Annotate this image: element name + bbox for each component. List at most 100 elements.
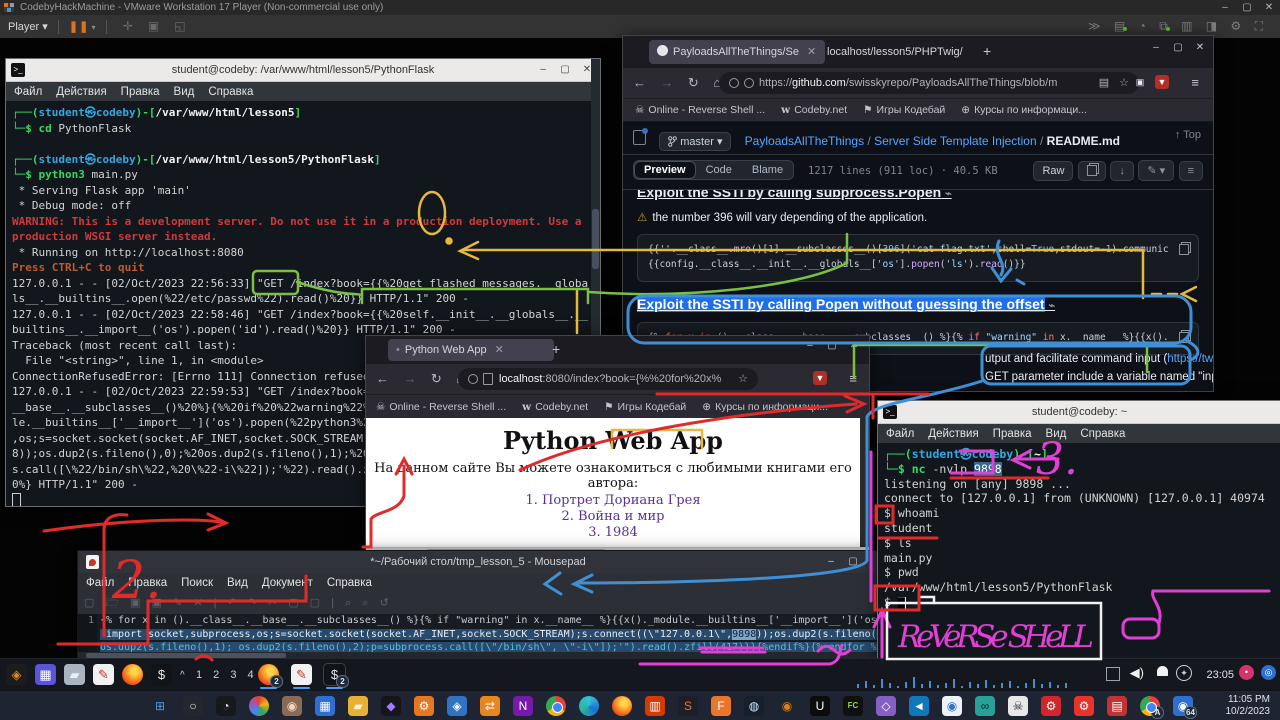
menu-item[interactable]: Действия [56, 86, 106, 98]
menu-icon[interactable]: ≡ [849, 364, 857, 394]
terminal-flask-controls[interactable]: –▢✕ [532, 59, 598, 81]
workspace-switcher[interactable]: 1 2 3 4 [196, 659, 258, 691]
book-link[interactable]: 1. Портрет Дориана Грея [366, 493, 860, 508]
vscode-icon[interactable]: ◄ [909, 696, 929, 716]
bookmark-star-icon[interactable]: ☆ [738, 368, 748, 390]
player-menu-button[interactable]: Player ▾ [8, 21, 48, 33]
user-photo-icon[interactable]: ◉ [282, 696, 302, 716]
screen-lock-icon[interactable]: • [1239, 665, 1254, 680]
top-link[interactable]: ↑ Top [1175, 129, 1201, 141]
start-icon[interactable]: ⊞ [150, 696, 170, 716]
ublock-icon[interactable]: ▼ [1155, 75, 1169, 89]
menu-item[interactable]: Действия [928, 428, 978, 440]
mousepad-controls[interactable]: –▢ [820, 551, 864, 573]
sidebar-file-icon[interactable] [633, 130, 646, 145]
network-tray-icon[interactable]: ◎ [1261, 665, 1276, 680]
tab-localhost-phptwig[interactable]: localhost/lesson5/PHPTwig/✕ [819, 40, 985, 64]
branch-selector[interactable]: master ▾ [659, 132, 731, 151]
menu-item[interactable]: Справка [208, 86, 253, 98]
vm-clock[interactable]: 23:05 [1206, 659, 1234, 691]
menu-item[interactable]: Справка [1080, 428, 1125, 440]
firefox-running-icon[interactable]: 2 [258, 664, 279, 685]
book-link[interactable]: 3. 1984 [366, 525, 860, 540]
vmware-workstation-icon[interactable]: ◈ [447, 696, 467, 716]
ssti-popen-offset-heading[interactable]: Exploit the SSTI by calling Popen withou… [637, 296, 1213, 312]
forward-icon[interactable]: → [660, 75, 673, 90]
code-block-subprocess[interactable]: {{''.__class__.mro()[1].__subclasses__()… [637, 234, 1199, 282]
menu-item[interactable]: Вид [227, 577, 248, 589]
close-tab-icon[interactable]: ✕ [495, 344, 504, 356]
raw-button[interactable]: Raw [1033, 161, 1073, 181]
pause-vm-button[interactable]: ❚❚ [69, 21, 89, 33]
red-chart-app-icon[interactable]: ▥ [645, 696, 665, 716]
show-desktop-icon[interactable] [1106, 667, 1120, 681]
bookmark-item[interactable]: ⊕Курсы по информаци... [702, 401, 828, 413]
codeby-logo-icon[interactable]: ◈ [6, 664, 27, 685]
notification-bell-icon[interactable] [1157, 666, 1168, 676]
volume-icon[interactable]: ◀) [1130, 665, 1144, 681]
copy-code-icon[interactable] [1179, 244, 1189, 255]
blender-icon[interactable]: ◉ [777, 696, 797, 716]
breadcrumb-section[interactable]: Server Side Template Injection [874, 134, 1037, 148]
mousepad-running-icon[interactable]: ✎ [291, 664, 312, 685]
panel-expand-icon[interactable]: ^ [180, 670, 185, 681]
bookmark-item[interactable]: ⚑Игры Кодебай [604, 401, 686, 413]
copy-code-icon[interactable] [1179, 332, 1189, 343]
chrome-icon[interactable] [546, 696, 566, 716]
firefox-taskbar-icon[interactable] [612, 696, 632, 716]
gauge-app-icon[interactable]: ◔ [216, 696, 236, 716]
terminal-running-icon[interactable]: $2 [324, 664, 345, 685]
mousepad-icon[interactable]: ✎ [93, 664, 114, 685]
github-urlbar[interactable]: https://github.com/swisskyrepo/PayloadsA… [719, 72, 1139, 94]
shield-icon[interactable] [729, 78, 739, 88]
calendar-icon[interactable]: ▦ [315, 696, 335, 716]
reader-view-icon[interactable]: ▤ [1099, 72, 1109, 94]
menu-item[interactable]: Вид [174, 86, 195, 98]
back-icon[interactable]: ← [633, 75, 646, 90]
terminal-nc-titlebar[interactable]: >_ student@codeby: ~ [878, 401, 1280, 424]
red-gear-icon-1[interactable]: ⚙ [1041, 696, 1061, 716]
red-gear-icon-2[interactable]: ⚙ [1074, 696, 1094, 716]
menu-item[interactable]: Файл [14, 86, 42, 98]
edit-button[interactable]: ✎ ▾ [1138, 160, 1174, 181]
search-icon[interactable]: ○ [183, 696, 203, 716]
mousepad-editor[interactable]: 1 {% for x in ().__class__.__base__.__su… [78, 614, 878, 652]
ublock-icon[interactable]: ▼ [813, 371, 827, 385]
printer-app-icon[interactable]: ▤ [1107, 696, 1127, 716]
bookmark-item[interactable]: ⚑Игры Кодебай [863, 104, 945, 116]
steam-icon[interactable]: ◍ [744, 696, 764, 716]
mousepad-titlebar[interactable]: *~/Рабочий стол/tmp_lesson_5 - Mousepad … [78, 551, 878, 573]
file-manager-icon[interactable]: ▰ [64, 664, 85, 685]
mousepad-toolbar[interactable]: ▢ 🗁 ▣ ▣ ✎ ✕ | ↶ ↷ ✂ ▢ ▢ | ⌕ ⌕ ↺ [78, 593, 878, 614]
edge-icon[interactable] [579, 696, 599, 716]
forward-icon[interactable]: → [403, 371, 416, 386]
download-button[interactable]: ↓ [1110, 161, 1134, 181]
view-switcher[interactable]: PreviewCodeBlame [633, 160, 794, 180]
vmware-tools-icon[interactable]: ⚙ [414, 696, 434, 716]
menu-item[interactable]: Документ [262, 577, 313, 589]
book-link[interactable]: 2. Война и мир [366, 509, 860, 524]
bookmark-star-icon[interactable]: ☆ [1119, 72, 1129, 94]
photos-app-icon[interactable] [249, 696, 269, 716]
folder-icon[interactable]: ▰ [348, 696, 368, 716]
outline-button[interactable]: ≡ [1179, 161, 1203, 181]
ctrl-alt-del-icon[interactable]: ✛ [123, 19, 133, 33]
menu-item[interactable]: Файл [86, 577, 114, 589]
bookmark-item[interactable]: wCodeby.net [781, 104, 847, 116]
github-window-controls[interactable]: –▢✕ [1145, 42, 1211, 53]
orange-arrows-icon[interactable]: ⇄ [480, 696, 500, 716]
codeby-infinity-icon[interactable]: ∞ [975, 696, 995, 716]
f-app-icon[interactable]: F [711, 696, 731, 716]
app-urlbar[interactable]: localhost:8080/index?book={%%20for%20x% … [458, 368, 758, 390]
menu-item[interactable]: Вид [1046, 428, 1067, 440]
reload-icon[interactable]: ↻ [431, 371, 442, 386]
menu-item[interactable]: Файл [886, 428, 914, 440]
close-tab-icon[interactable]: ✕ [807, 46, 816, 58]
ssti-popen-heading[interactable]: Exploit the SSTI by calling subprocess.P… [637, 190, 1213, 200]
reload-icon[interactable]: ↻ [688, 75, 699, 90]
maps-pin-icon[interactable]: ◉ [942, 696, 962, 716]
menu-icon[interactable]: ≡ [1191, 68, 1199, 98]
menu-item[interactable]: Справка [327, 577, 372, 589]
obsidian-icon[interactable]: ◆ [381, 696, 401, 716]
fullscreen-icon[interactable]: ▣ [148, 19, 159, 33]
